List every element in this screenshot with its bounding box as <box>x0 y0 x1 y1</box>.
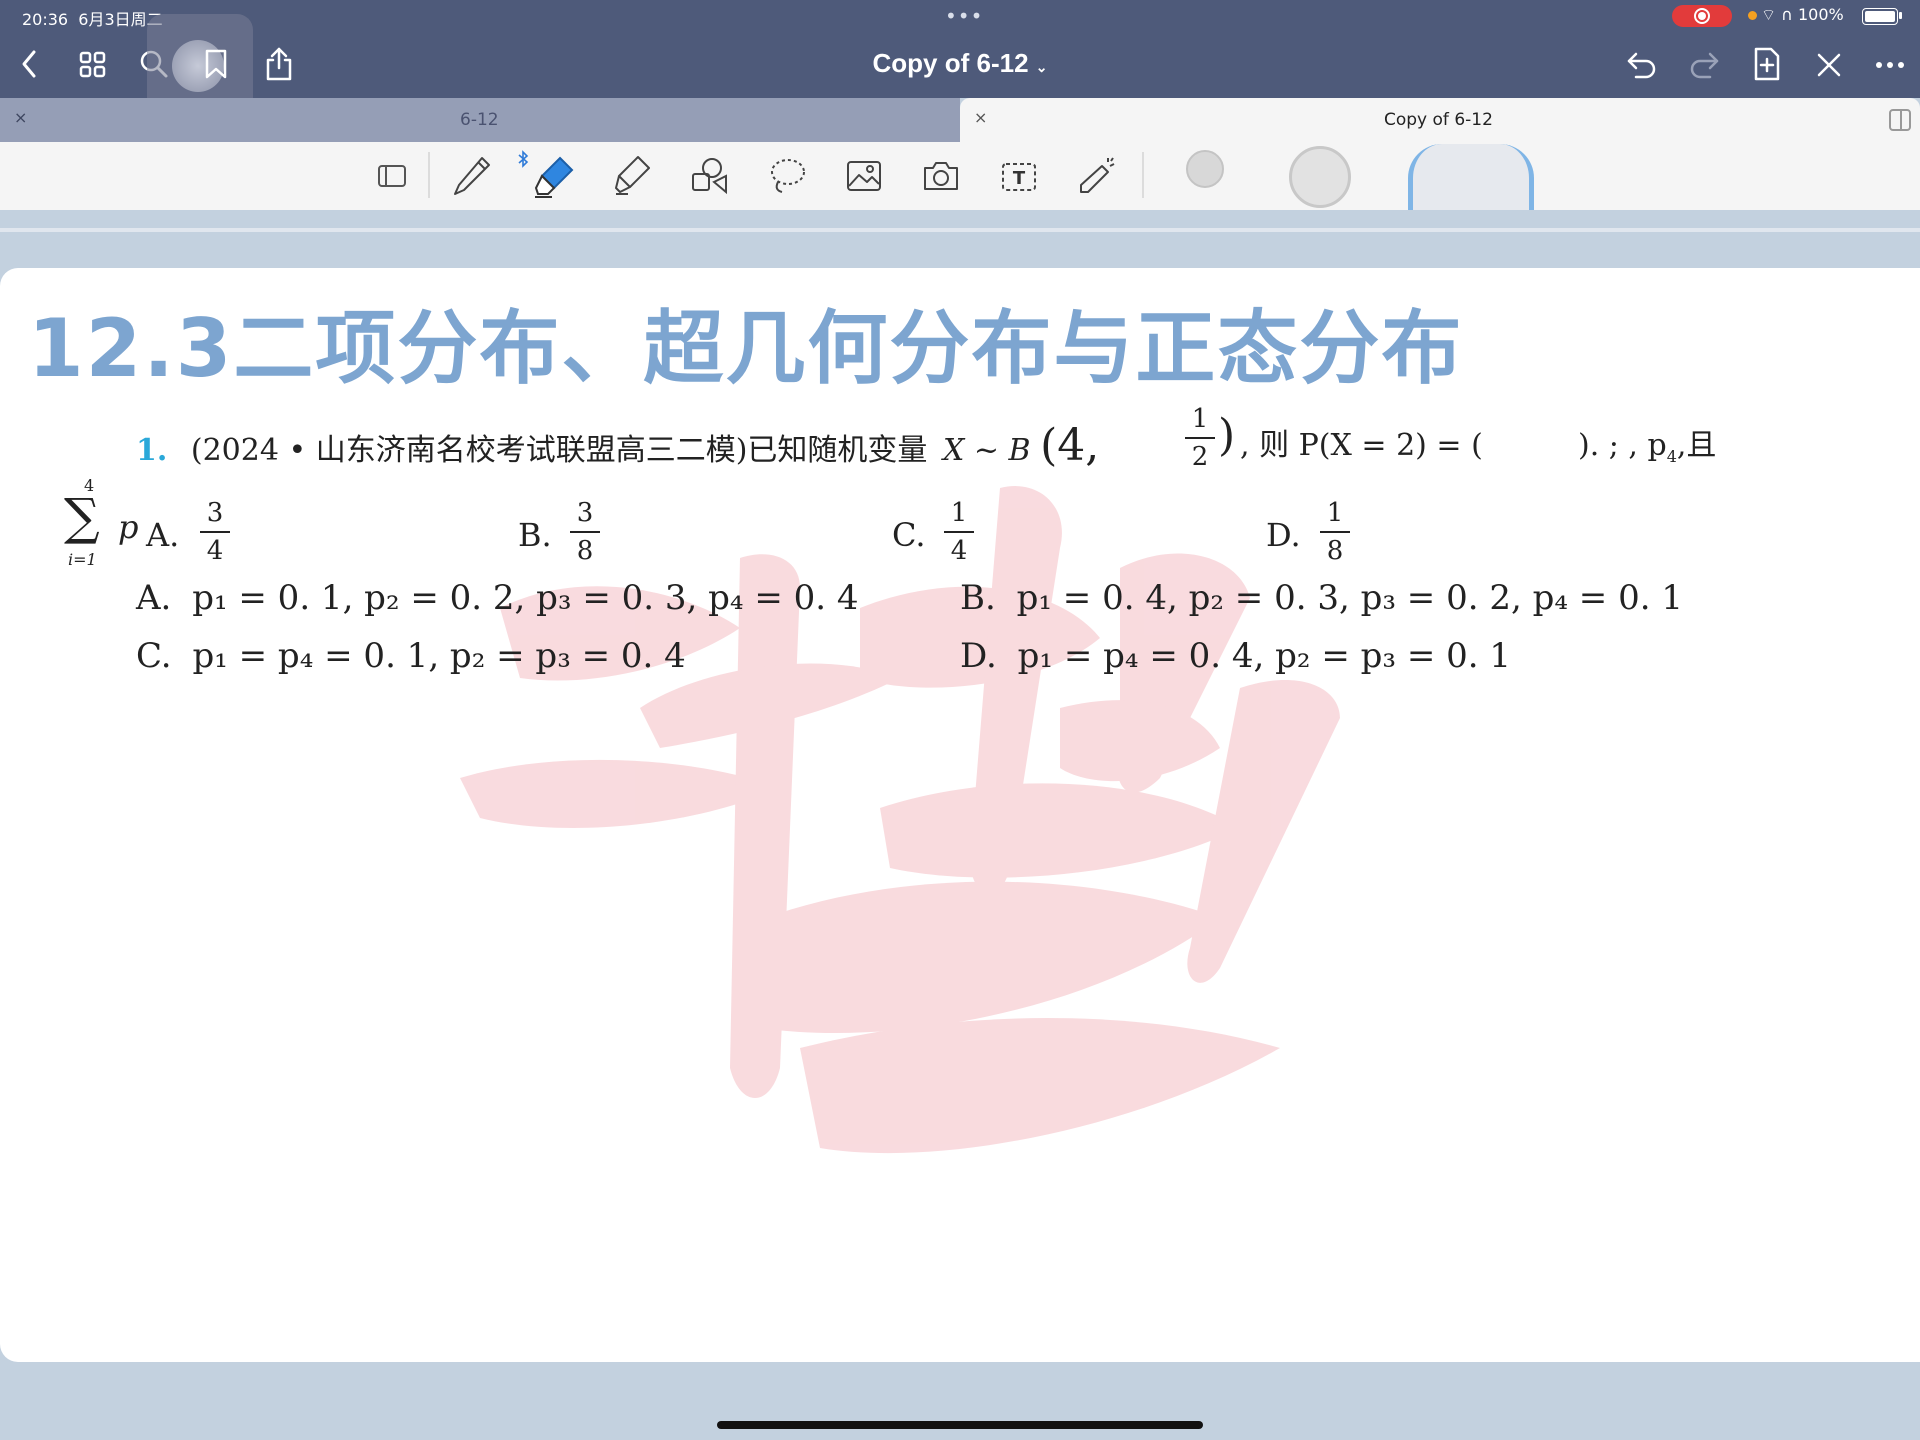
fraction-half: 1 2 <box>1185 404 1215 472</box>
option-b[interactable]: B. p₁ = 0. 4, p₂ = 0. 3, p₃ = 0. 2, p₄ =… <box>960 578 1683 618</box>
question-tail2: ). ; , p4,且 <box>1578 428 1717 466</box>
undo-icon[interactable] <box>1626 48 1658 80</box>
pen-size-small[interactable] <box>1186 150 1224 188</box>
tab-6-12[interactable]: × 6-12 <box>0 98 960 142</box>
pen-icon[interactable] <box>452 154 492 198</box>
choice-d-label[interactable]: D. <box>1266 516 1301 554</box>
tab-close-icon[interactable]: × <box>974 108 987 127</box>
option-a[interactable]: A. p₁ = 0. 1, p₂ = 0. 2, p₃ = 0. 3, p₄ =… <box>136 578 859 618</box>
tab-close-icon[interactable]: × <box>14 108 27 127</box>
pen-size-medium[interactable] <box>1289 146 1351 208</box>
screen-recording-indicator[interactable] <box>1672 5 1732 27</box>
split-view-icon[interactable] <box>1888 108 1912 132</box>
grid-icon[interactable] <box>78 50 108 80</box>
add-page-icon[interactable] <box>1752 46 1782 82</box>
bookmark-icon[interactable] <box>204 48 228 80</box>
multitasking-dots[interactable]: ••• <box>945 4 983 28</box>
toolbar-divider <box>428 152 430 198</box>
status-indicators: ⌔ ∩ 100% <box>1748 5 1844 25</box>
text-tool-letter: T <box>1013 168 1026 189</box>
choice-c-label[interactable]: C. <box>892 516 926 554</box>
share-icon[interactable] <box>264 46 294 82</box>
battery-percent: 100% <box>1797 5 1844 24</box>
sum-p: p <box>118 508 139 546</box>
question-number: 1. <box>136 433 168 468</box>
document-title[interactable]: Copy of 6-12 ⌄ <box>850 48 1070 79</box>
tab-copy-of-6-12[interactable]: × Copy of 6-12 <box>960 98 1920 142</box>
question-line: 1. (2024 • 山东济南名校考试联盟高三二模)已知随机变量 X ~ B (… <box>136 420 1099 471</box>
close-icon[interactable] <box>1814 50 1844 80</box>
read-only-icon[interactable] <box>376 160 410 192</box>
toolbar-divider <box>1142 152 1144 198</box>
image-icon[interactable] <box>846 160 882 192</box>
question-source: (2024 • 山东济南名校考试联盟高三二模)已知随机变量 <box>190 433 928 468</box>
choice-c-fraction: 14 <box>944 498 974 566</box>
question-expr-head: X ~ B <box>942 433 1031 468</box>
home-indicator[interactable] <box>717 1421 1203 1429</box>
sum-lower: i=1 <box>68 550 97 569</box>
redo-icon[interactable] <box>1688 48 1720 80</box>
tool-bar <box>0 142 1920 210</box>
text-box-icon[interactable]: T <box>1000 160 1038 194</box>
headphones-icon: ∩ <box>1781 5 1793 24</box>
question-expr-close: ) <box>1218 410 1236 461</box>
choice-b-label[interactable]: B. <box>518 516 552 554</box>
wifi-icon: ⌔ <box>1761 5 1777 24</box>
highlighter-icon[interactable] <box>612 154 652 198</box>
choice-a-label[interactable]: A. <box>146 516 179 554</box>
tab-label: Copy of 6-12 <box>1384 110 1493 130</box>
shapes-icon[interactable] <box>690 156 730 196</box>
choice-a-fraction: 34 <box>200 498 230 566</box>
bluetooth-icon <box>518 150 529 168</box>
page-heading: 12.3二项分布、超几何分布与正态分布 <box>28 302 1464 395</box>
more-icon[interactable] <box>1874 60 1906 70</box>
question-tail: , 则 P(X = 2) = ( <box>1240 428 1483 463</box>
page-gap <box>0 228 1920 232</box>
battery-cap <box>1899 12 1902 19</box>
sum-symbol: ∑ <box>64 488 100 546</box>
option-d[interactable]: D. p₁ = p₄ = 0. 4, p₂ = p₃ = 0. 1 <box>960 636 1511 676</box>
tab-label: 6-12 <box>460 110 499 130</box>
eraser-icon[interactable] <box>532 154 576 200</box>
choice-b-fraction: 38 <box>570 498 600 566</box>
battery-icon <box>1862 8 1898 25</box>
camera-icon[interactable] <box>922 160 960 192</box>
choice-d-fraction: 18 <box>1320 498 1350 566</box>
laser-pointer-icon[interactable] <box>1076 154 1118 198</box>
mic-dot-icon <box>1748 11 1757 20</box>
option-c[interactable]: C. p₁ = p₄ = 0. 1, p₂ = p₃ = 0. 4 <box>136 636 686 676</box>
back-icon[interactable] <box>18 48 42 80</box>
pen-size-large-selected[interactable] <box>1408 144 1534 210</box>
chevron-down-icon[interactable]: ⌄ <box>1036 59 1048 75</box>
status-time: 20:36 6月3日周二 <box>22 10 163 29</box>
lasso-icon[interactable] <box>768 156 808 198</box>
question-expr-open: (4, <box>1040 420 1100 471</box>
